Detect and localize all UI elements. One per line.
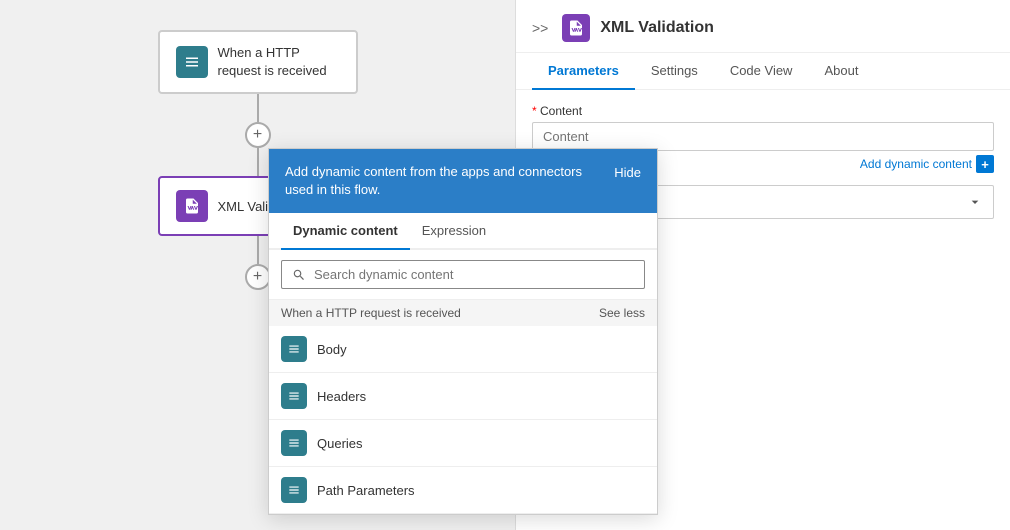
queries-item-icon — [281, 430, 307, 456]
dynamic-item-path-params[interactable]: Path Parameters — [269, 467, 657, 514]
popup-search-area — [269, 250, 657, 299]
popup-header: Add dynamic content from the apps and co… — [269, 149, 657, 213]
path-params-item-label: Path Parameters — [317, 483, 415, 498]
headers-item-icon — [281, 383, 307, 409]
tab-parameters[interactable]: Parameters — [532, 53, 635, 90]
connector-3 — [257, 236, 259, 264]
add-dynamic-button[interactable]: + — [976, 155, 994, 173]
tab-codeview[interactable]: Code View — [714, 53, 809, 90]
expand-icon[interactable]: >> — [532, 20, 548, 36]
body-item-icon — [281, 336, 307, 362]
search-input[interactable] — [314, 267, 634, 282]
panel-header: >> XML Validation — [516, 0, 1010, 53]
connector-2 — [257, 148, 259, 176]
tab-about[interactable]: About — [808, 53, 874, 90]
panel-tabs: Parameters Settings Code View About — [516, 53, 1010, 90]
xml-validation-icon — [176, 190, 208, 222]
dynamic-item-queries[interactable]: Queries — [269, 420, 657, 467]
add-step-button-1[interactable]: + — [245, 122, 271, 148]
popup-tab-expression[interactable]: Expression — [410, 213, 498, 250]
http-request-label: When a HTTP request is received — [218, 44, 340, 80]
body-item-label: Body — [317, 342, 347, 357]
add-step-button-2[interactable]: + — [245, 264, 271, 290]
panel-title: XML Validation — [600, 19, 714, 37]
popup-tab-dynamic[interactable]: Dynamic content — [281, 213, 410, 250]
search-box — [281, 260, 645, 289]
see-less-button[interactable]: See less — [599, 306, 645, 320]
dynamic-item-body[interactable]: Body — [269, 326, 657, 373]
panel-xml-icon — [562, 14, 590, 42]
popup-tabs: Dynamic content Expression — [269, 213, 657, 250]
popup-hide-button[interactable]: Hide — [614, 163, 641, 180]
dynamic-content-popup: Add dynamic content from the apps and co… — [268, 148, 658, 515]
http-request-icon — [176, 46, 208, 78]
add-dynamic-label[interactable]: Add dynamic content — [860, 157, 972, 171]
popup-section-header: When a HTTP request is received See less — [269, 299, 657, 326]
content-label: * Content — [532, 104, 994, 118]
queries-item-label: Queries — [317, 436, 363, 451]
headers-item-label: Headers — [317, 389, 366, 404]
dynamic-item-headers[interactable]: Headers — [269, 373, 657, 420]
popup-header-text: Add dynamic content from the apps and co… — [285, 163, 585, 199]
http-request-node[interactable]: When a HTTP request is received — [158, 30, 358, 94]
tab-settings[interactable]: Settings — [635, 53, 714, 90]
search-icon — [292, 268, 306, 282]
section-title: When a HTTP request is received — [281, 306, 461, 320]
dropdown-chevron-icon — [967, 194, 983, 210]
content-input[interactable] — [532, 122, 994, 151]
connector-1 — [257, 94, 259, 122]
path-params-item-icon — [281, 477, 307, 503]
